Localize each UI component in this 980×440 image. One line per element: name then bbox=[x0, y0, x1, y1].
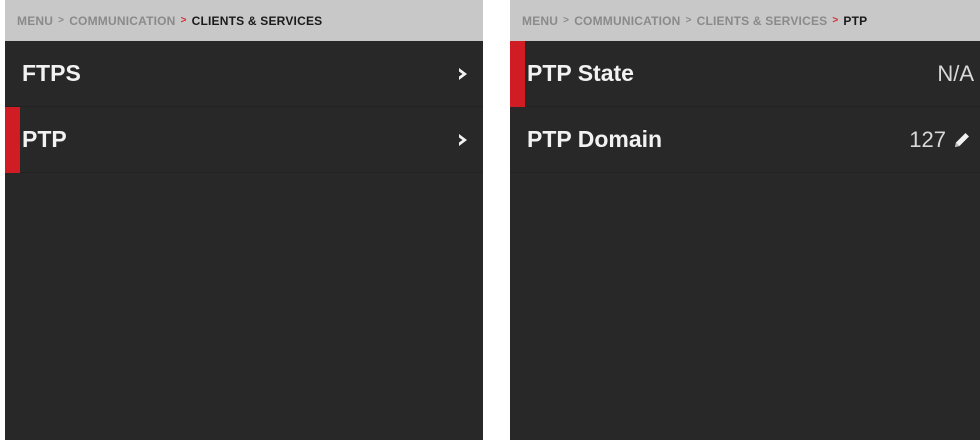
breadcrumb-separator: > bbox=[58, 15, 65, 26]
setting-label: PTP State bbox=[527, 60, 634, 86]
setting-row-ptp-state[interactable]: PTP State N/A bbox=[510, 41, 980, 107]
setting-value: N/A bbox=[937, 61, 974, 87]
breadcrumb: MENU > COMMUNICATION > CLIENTS & SERVICE… bbox=[5, 0, 483, 41]
breadcrumb-item-communication[interactable]: COMMUNICATION bbox=[69, 14, 175, 28]
breadcrumb-separator: > bbox=[685, 15, 692, 26]
breadcrumb-item-menu[interactable]: MENU bbox=[17, 14, 53, 28]
chevron-right-icon bbox=[453, 130, 473, 150]
ptp-domain-value: 127 bbox=[909, 126, 946, 152]
breadcrumb: MENU > COMMUNICATION > CLIENTS & SERVICE… bbox=[510, 0, 980, 41]
menu-item-ptp[interactable]: PTP bbox=[5, 107, 483, 173]
pencil-icon[interactable] bbox=[952, 129, 974, 151]
breadcrumb-separator: > bbox=[563, 15, 570, 26]
setting-label: PTP Domain bbox=[527, 126, 663, 152]
breadcrumb-item-communication[interactable]: COMMUNICATION bbox=[574, 14, 680, 28]
menu-item-label: PTP bbox=[22, 126, 67, 152]
menu-item-ftps[interactable]: FTPS bbox=[5, 41, 483, 107]
chevron-right-icon bbox=[453, 64, 473, 84]
setting-value: 127 bbox=[909, 127, 974, 153]
breadcrumb-item-menu[interactable]: MENU bbox=[522, 14, 558, 28]
setting-row-ptp-domain[interactable]: PTP Domain 127 bbox=[510, 107, 980, 173]
ptp-settings-panel: MENU > COMMUNICATION > CLIENTS & SERVICE… bbox=[510, 0, 980, 440]
menu-item-label: FTPS bbox=[22, 60, 81, 86]
breadcrumb-separator: > bbox=[832, 15, 839, 26]
ptp-state-value: N/A bbox=[937, 60, 974, 86]
breadcrumb-item-ptp: PTP bbox=[843, 13, 868, 28]
clients-services-menu-panel: MENU > COMMUNICATION > CLIENTS & SERVICE… bbox=[5, 0, 483, 440]
breadcrumb-item-clients-services[interactable]: CLIENTS & SERVICES bbox=[697, 14, 828, 28]
breadcrumb-item-clients-services: CLIENTS & SERVICES bbox=[191, 13, 323, 28]
breadcrumb-separator: > bbox=[180, 15, 187, 26]
